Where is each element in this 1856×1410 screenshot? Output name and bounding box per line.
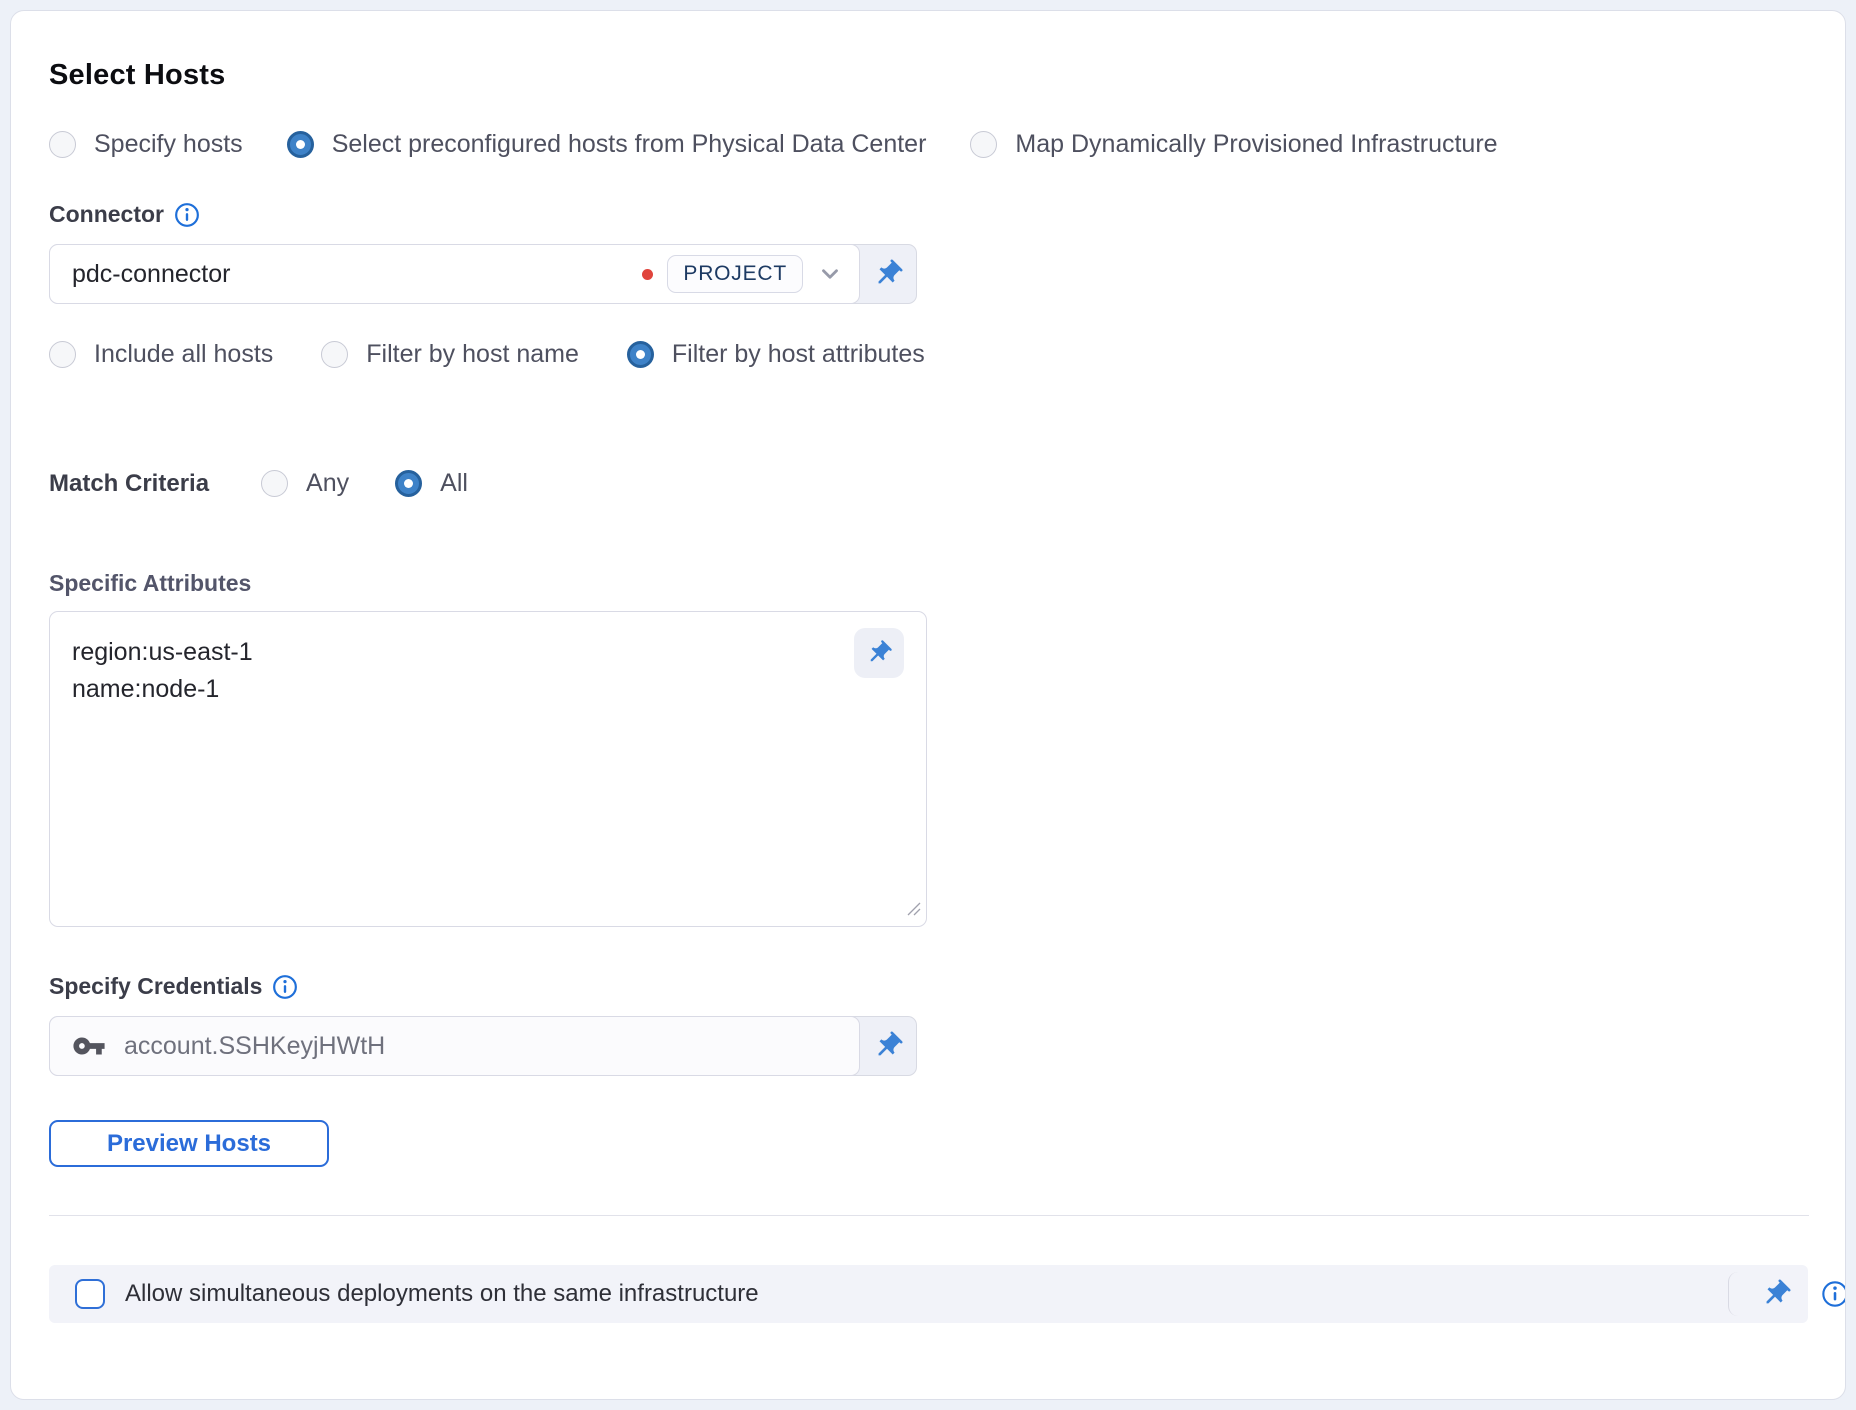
credentials-select[interactable]: account.SSHKeyjHWtH — [49, 1016, 860, 1076]
allow-simultaneous-checkbox[interactable] — [75, 1279, 105, 1309]
allow-simultaneous-label: Allow simultaneous deployments on the sa… — [125, 1280, 759, 1308]
scope-badge: PROJECT — [667, 255, 803, 293]
chevron-down-icon[interactable] — [817, 261, 843, 287]
connector-label-row: Connector — [49, 201, 1845, 228]
credentials-value: account.SSHKeyjHWtH — [124, 1032, 843, 1061]
connector-select[interactable]: pdc-connector PROJECT — [49, 244, 860, 304]
radio-filter-by-host-attributes[interactable]: Filter by host attributes — [627, 340, 925, 369]
connector-label: Connector — [49, 201, 164, 228]
radio-specify-hosts[interactable]: Specify hosts — [49, 130, 243, 159]
radio-button-icon[interactable] — [49, 341, 76, 368]
preview-hosts-button[interactable]: Preview Hosts — [49, 1120, 329, 1167]
radio-button-icon[interactable] — [627, 341, 654, 368]
radio-match-any[interactable]: Any — [261, 469, 349, 498]
radio-label: Select preconfigured hosts from Physical… — [332, 130, 927, 159]
pin-icon[interactable] — [860, 1017, 916, 1075]
page-title: Select Hosts — [49, 59, 1845, 92]
radio-label: Specify hosts — [94, 130, 243, 159]
radio-map-dynamic-infrastructure[interactable]: Map Dynamically Provisioned Infrastructu… — [970, 130, 1497, 159]
match-criteria-label: Match Criteria — [49, 470, 209, 498]
connector-select-field: pdc-connector PROJECT — [49, 244, 917, 304]
connector-value: pdc-connector — [72, 260, 642, 289]
host-selection-radio-group: Specify hosts Select preconfigured hosts… — [49, 130, 1845, 159]
bar-divider — [1728, 1272, 1742, 1316]
radio-include-all-hosts[interactable]: Include all hosts — [49, 340, 273, 369]
pin-icon[interactable] — [860, 245, 916, 303]
radio-label: Map Dynamically Provisioned Infrastructu… — [1015, 130, 1497, 159]
radio-button-icon[interactable] — [49, 131, 76, 158]
section-divider — [49, 1215, 1809, 1216]
radio-label: Include all hosts — [94, 340, 273, 369]
radio-select-preconfigured-hosts[interactable]: Select preconfigured hosts from Physical… — [287, 130, 927, 159]
specify-credentials-label: Specify Credentials — [49, 973, 262, 1000]
radio-match-all[interactable]: All — [395, 469, 468, 498]
ssh-key-icon — [72, 1029, 106, 1063]
radio-button-icon[interactable] — [287, 131, 314, 158]
specific-attributes-field: region:us-east-1 name:node-1 — [49, 611, 927, 927]
info-icon[interactable] — [174, 202, 200, 228]
radio-button-icon[interactable] — [261, 470, 288, 497]
credentials-select-field: account.SSHKeyjHWtH — [49, 1016, 917, 1076]
specific-attributes-label: Specific Attributes — [49, 570, 251, 597]
select-hosts-panel: Select Hosts Specify hosts Select precon… — [10, 10, 1846, 1400]
specific-attributes-label-row: Specific Attributes — [49, 570, 1845, 597]
radio-button-icon[interactable] — [970, 131, 997, 158]
required-dot-icon — [642, 269, 653, 280]
host-filter-radio-group: Include all hosts Filter by host name Fi… — [49, 340, 1845, 369]
radio-label: All — [440, 469, 468, 498]
radio-filter-by-host-name[interactable]: Filter by host name — [321, 340, 579, 369]
info-icon[interactable] — [272, 974, 298, 1000]
radio-button-icon[interactable] — [321, 341, 348, 368]
radio-label: Any — [306, 469, 349, 498]
pin-icon[interactable] — [1760, 1265, 1792, 1323]
allow-simultaneous-bar: Allow simultaneous deployments on the sa… — [49, 1265, 1808, 1323]
specific-attributes-textarea[interactable]: region:us-east-1 name:node-1 — [50, 612, 926, 926]
match-criteria-row: Match Criteria Any All — [49, 469, 1845, 498]
credentials-label-row: Specify Credentials — [49, 973, 1845, 1000]
resize-handle-icon[interactable] — [907, 902, 921, 921]
radio-label: Filter by host attributes — [672, 340, 925, 369]
radio-button-icon[interactable] — [395, 470, 422, 497]
bottom-row: Allow simultaneous deployments on the sa… — [49, 1265, 1845, 1323]
radio-label: Filter by host name — [366, 340, 579, 369]
info-icon[interactable] — [1821, 1280, 1846, 1308]
pin-icon[interactable] — [854, 628, 904, 678]
